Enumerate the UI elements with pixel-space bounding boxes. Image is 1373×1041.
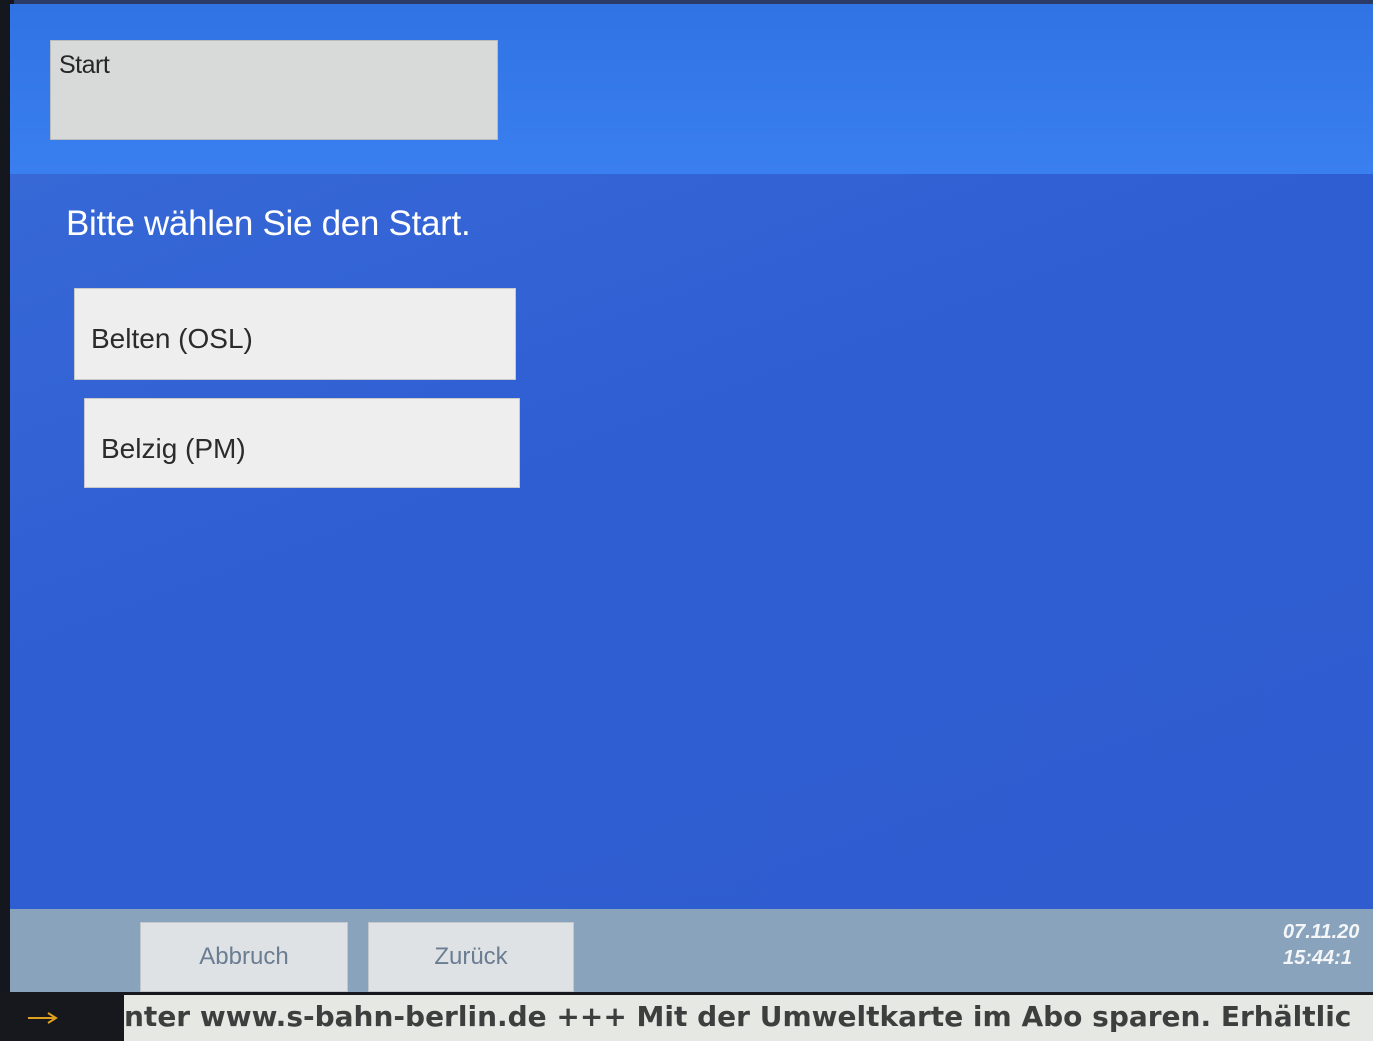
option-belzig-pm[interactable]: Belzig (PM) — [84, 398, 520, 488]
back-button[interactable]: Zurück — [368, 922, 574, 992]
ticker-text: nter www.s-bahn-berlin.de +++ Mit der Um… — [124, 1000, 1352, 1033]
cancel-button[interactable]: Abbruch — [140, 922, 348, 992]
option-belten-osl[interactable]: Belten (OSL) — [74, 288, 516, 380]
start-field[interactable]: Start — [50, 40, 498, 140]
ticket-machine-screen: Start Bitte wählen Sie den Start. Belten… — [10, 4, 1373, 1004]
header-band: Start — [10, 4, 1373, 174]
footer-bar: Abbruch Zurück 07.11.20 15:44:1 — [10, 909, 1373, 1004]
option-label: Belzig (PM) — [101, 433, 246, 464]
date-text: 07.11.20 — [1283, 921, 1360, 943]
page-title: Bitte wählen Sie den Start. — [66, 204, 471, 243]
start-field-label: Start — [59, 51, 110, 79]
news-ticker: nter www.s-bahn-berlin.de +++ Mit der Um… — [124, 995, 1373, 1041]
time-text: 15:44:1 — [1283, 947, 1352, 969]
option-label: Belten (OSL) — [91, 323, 253, 354]
datetime-display: 07.11.20 15:44:1 — [1283, 919, 1373, 971]
main-area: Bitte wählen Sie den Start. Belten (OSL)… — [10, 174, 1373, 909]
arrow-right-icon — [28, 1012, 58, 1024]
